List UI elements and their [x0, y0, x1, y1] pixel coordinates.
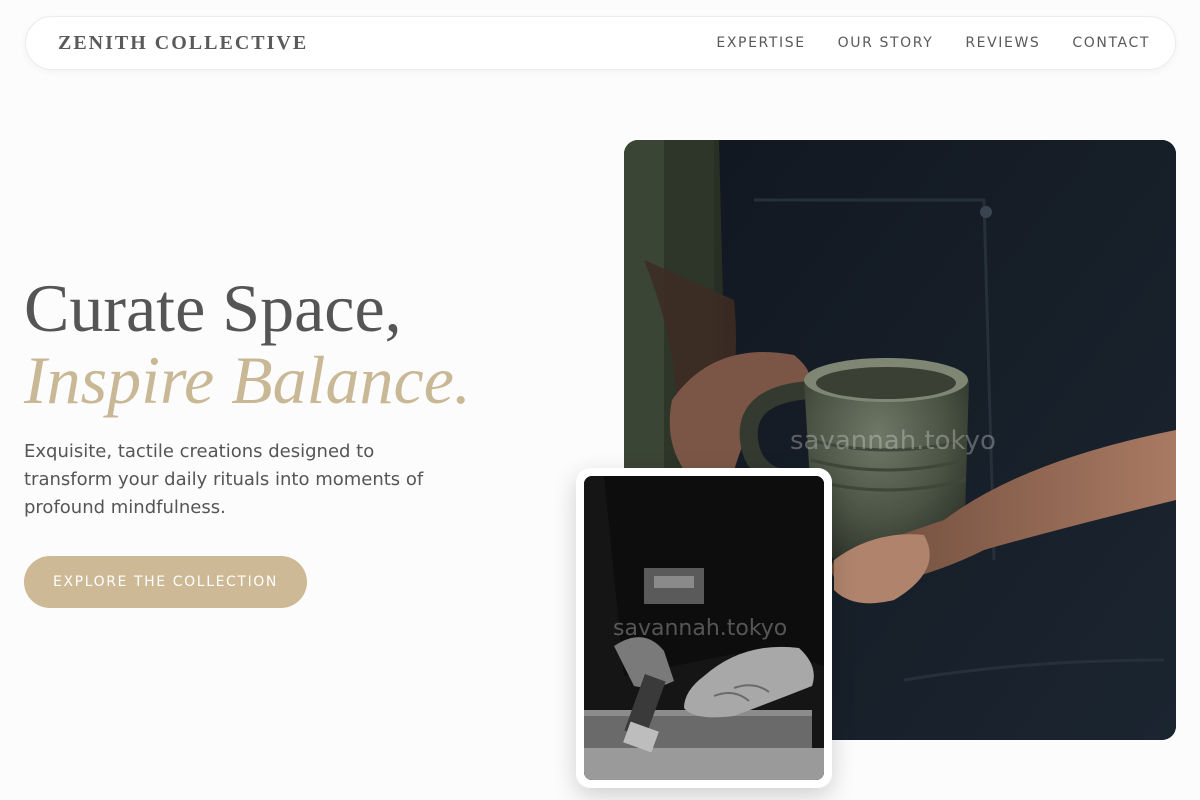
brand-logo[interactable]: ZENITH COLLECTIVE: [58, 32, 308, 55]
inset-photo-woodworking: savannah.tokyo: [584, 476, 824, 780]
top-navigation-bar: ZENITH COLLECTIVE EXPERTISE OUR STORY RE…: [25, 16, 1176, 70]
nav-link-contact[interactable]: CONTACT: [1072, 35, 1150, 51]
nav-link-our-story[interactable]: OUR STORY: [838, 35, 934, 51]
hero-tagline: Exquisite, tactile creations designed to…: [24, 441, 424, 518]
explore-collection-button[interactable]: EXPLORE THE COLLECTION: [24, 556, 307, 608]
hero-section: Curate Space, Inspire Balance. Exquisite…: [24, 272, 544, 522]
woodworking-photo-illustration: [584, 476, 824, 780]
nav-links: EXPERTISE OUR STORY REVIEWS CONTACT: [716, 35, 1150, 51]
inset-photo-card: savannah.tokyo: [576, 468, 832, 788]
nav-link-expertise[interactable]: EXPERTISE: [716, 35, 805, 51]
nav-link-reviews[interactable]: REVIEWS: [965, 35, 1040, 51]
hero-headline-line1: Curate Space,: [24, 270, 402, 346]
hero-headline-line2: Inspire Balance.: [24, 342, 471, 418]
